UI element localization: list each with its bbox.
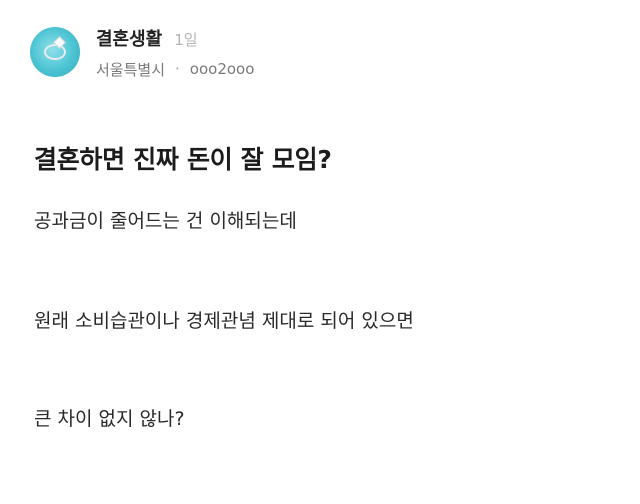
- author-name[interactable]: 결혼생활: [96, 25, 162, 51]
- meta-line: 서울특별시 · ooo2ooo: [96, 59, 254, 80]
- body-line-3: 큰 차이 없지 않나?: [34, 408, 185, 430]
- post-title: 결혼하면 진짜 돈이 잘 모임?: [34, 145, 332, 174]
- author-block: 결혼생활 1일 서울특별시 · ooo2ooo: [96, 25, 254, 80]
- ring-icon: [44, 44, 66, 60]
- author-line: 결혼생활 1일: [96, 25, 254, 51]
- body-line-1: 공과금이 줄어드는 건 이해되는데: [34, 210, 297, 232]
- avatar[interactable]: [30, 27, 80, 77]
- body-line-2: 원래 소비습관이나 경제관념 제대로 되어 있으면: [34, 310, 414, 332]
- user-id: ooo2ooo: [189, 60, 255, 78]
- post-header: 결혼생활 1일 서울특별시 · ooo2ooo: [30, 22, 254, 82]
- post-time: 1일: [174, 30, 198, 49]
- location-label: 서울특별시: [96, 60, 166, 79]
- meta-separator: ·: [175, 60, 180, 78]
